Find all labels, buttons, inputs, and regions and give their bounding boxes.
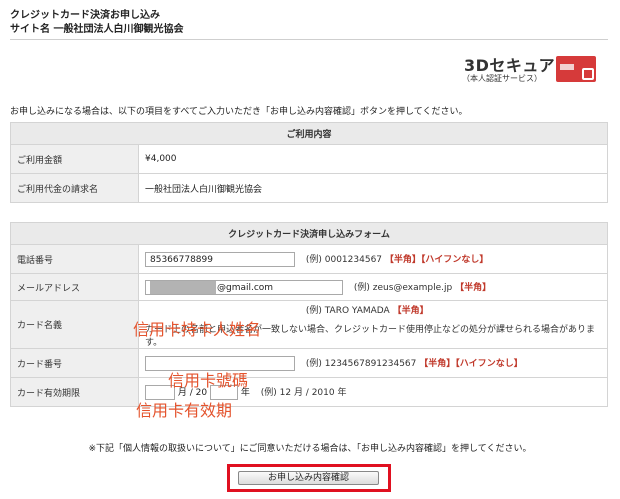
usage-title: ご利用内容	[10, 122, 608, 145]
table-row: ご利用代金の請求名 一般社団法人白川御観光協会	[10, 173, 608, 203]
email-example: (例) zeus@example.jp	[353, 282, 453, 293]
card-name-input[interactable]	[145, 303, 295, 318]
email-domain: @gmail.com	[217, 282, 274, 293]
logo-subtitle: （本人認証サービス）	[462, 74, 542, 83]
form-title: クレジットカード決済申し込みフォーム	[10, 222, 608, 245]
table-row: ご利用金額 ¥4,000	[10, 144, 608, 174]
usage-table: ご利用内容 ご利用金額 ¥4,000 ご利用代金の請求名 一般社団法人白川御観光…	[10, 122, 608, 203]
intro-text: お申し込みになる場合は、以下の項目をすべてご入力いただき「お申し込み内容確認」ボ…	[10, 107, 468, 117]
card-number-format-note: 【半角】【ハイフンなし】	[419, 358, 523, 369]
table-row: メールアドレス @gmail.com (例) zeus@example.jp 【…	[10, 273, 608, 301]
phone-input[interactable]: 85366778899	[145, 251, 295, 267]
confirm-application-button[interactable]: お申し込み内容確認	[238, 471, 379, 485]
amount-label: ご利用金額	[10, 144, 139, 174]
card-number-label: カード番号	[10, 348, 139, 378]
email-input[interactable]: @gmail.com	[145, 279, 343, 295]
submit-highlight: お申し込み内容確認	[227, 464, 391, 492]
card-name-label: カード名義	[10, 300, 139, 349]
redacted-email-part	[150, 280, 216, 294]
phone-label: 電話番号	[10, 244, 139, 274]
amount-value: ¥4,000	[138, 144, 608, 174]
expiry-month-select[interactable]	[145, 384, 175, 400]
card-number-example: (例) 1234567891234567	[305, 358, 417, 369]
header-divider	[10, 39, 608, 40]
phone-format-note: 【半角】【ハイフンなし】	[384, 254, 489, 265]
page-title: クレジットカード決済お申し込み	[10, 10, 160, 21]
card-number-input[interactable]	[145, 355, 295, 371]
email-format-note: 【半角】	[455, 282, 492, 293]
card-form-table: クレジットカード決済申し込みフォーム 電話番号 85366778899 (例) …	[10, 222, 608, 407]
phone-example: (例) 0001234567	[305, 254, 383, 265]
expiry-label: カード有効期限	[10, 377, 139, 407]
table-row: カード名義 (例) TARO YAMADA 【半角】 カード上の名前と申込者名が…	[10, 300, 608, 349]
table-row: カード有効期限 月 / 20 年 (例) 12 月 / 2010 年	[10, 377, 608, 407]
site-name: サイト名 一般社団法人白川御観光協会	[10, 24, 184, 35]
expiry-month-sep: 月 /	[177, 387, 193, 398]
expiry-year-prefix: 20	[195, 387, 208, 398]
expiry-year-select[interactable]	[209, 384, 238, 400]
card-name-example: (例) TARO YAMADA	[305, 306, 390, 316]
card-name-hint: カード上の名前と申込者名が一致しない場合、クレジットカード使用停止などの処分が課…	[145, 325, 596, 348]
card-name-format-note: 【半角】	[392, 306, 429, 316]
table-row: カード番号 (例) 1234567891234567 【半角】【ハイフンなし】	[10, 348, 608, 378]
3d-secure-logo: 3Dセキュア （本人認証サービス）	[458, 52, 608, 86]
email-label: メールアドレス	[10, 273, 139, 301]
billing-name-value: 一般社団法人白川御観光協会	[138, 173, 608, 203]
billing-name-label: ご利用代金の請求名	[10, 173, 139, 203]
table-row: 電話番号 85366778899 (例) 0001234567 【半角】【ハイフ…	[10, 244, 608, 274]
credit-card-lock-icon	[556, 56, 596, 82]
expiry-year-suffix: 年	[240, 387, 250, 398]
consent-note: ※下記「個人情報の取扱いについて」にご同意いただける場合は、「お申し込み内容確認…	[88, 444, 532, 454]
expiry-example: (例) 12 月 / 2010 年	[260, 387, 347, 398]
